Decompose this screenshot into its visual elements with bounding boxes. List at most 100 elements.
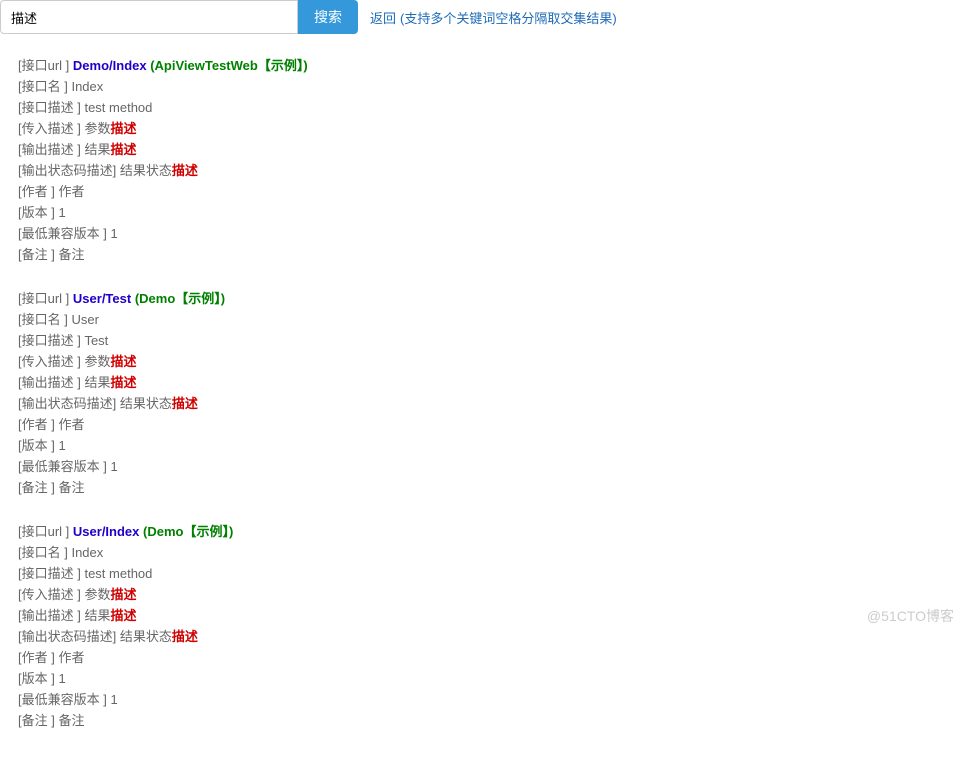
row-url: [接口url ] Demo/Index (ApiViewTestWeb【示例】) xyxy=(18,56,946,76)
row-input: [传入描述 ] 参数描述 xyxy=(18,585,946,605)
row-desc: [接口描述 ] test method xyxy=(18,564,946,584)
label: [输出状态码描述] xyxy=(18,163,120,178)
row-author: [作者 ] 作者 xyxy=(18,182,946,202)
api-remark: 备注 xyxy=(58,480,84,495)
row-output: [输出描述 ] 结果描述 xyxy=(18,606,946,626)
api-name: User xyxy=(71,312,98,327)
row-status: [输出状态码描述] 结果状态描述 xyxy=(18,161,946,181)
row-remark: [备注 ] 备注 xyxy=(18,245,946,265)
label: [输出描述 ] xyxy=(18,608,84,623)
api-name: Index xyxy=(71,79,103,94)
row-status: [输出状态码描述] 结果状态描述 xyxy=(18,627,946,647)
row-input: [传入描述 ] 参数描述 xyxy=(18,352,946,372)
row-output: [输出描述 ] 结果描述 xyxy=(18,373,946,393)
row-remark: [备注 ] 备注 xyxy=(18,478,946,498)
row-author: [作者 ] 作者 xyxy=(18,648,946,668)
watermark: @51CTO博客 xyxy=(867,606,954,626)
api-entry: [接口url ] User/Test (Demo【示例】)[接口名 ] User… xyxy=(18,289,946,498)
row-name: [接口名 ] User xyxy=(18,310,946,330)
api-version: 1 xyxy=(58,205,65,220)
api-entry: [接口url ] User/Index (Demo【示例】) [接口名 ] Ind… xyxy=(18,522,946,731)
api-output: 结果描述 xyxy=(84,608,136,623)
row-status: [输出状态码描述] 结果状态描述 xyxy=(18,394,946,414)
label: [输出状态码描述] xyxy=(18,629,120,644)
label: [最低兼容版本 ] xyxy=(18,692,110,707)
row-url: [接口url ] User/Test (Demo【示例】) xyxy=(18,289,946,309)
example-link[interactable]: 【示例】 xyxy=(258,58,304,73)
highlight: 描述 xyxy=(110,375,136,390)
label: [接口名 ] xyxy=(18,79,71,94)
row-version: [版本 ] 1 xyxy=(18,203,946,223)
back-link[interactable]: 返回 xyxy=(370,8,396,27)
label: [传入描述 ] xyxy=(18,354,84,369)
api-input: 参数描述 xyxy=(84,587,136,602)
label: [输出描述 ] xyxy=(18,142,84,157)
api-minver: 1 xyxy=(110,692,117,707)
api-minver: 1 xyxy=(110,459,117,474)
row-input: [传入描述 ] 参数描述 xyxy=(18,119,946,139)
label: [接口描述 ] xyxy=(18,100,84,115)
label: [接口url ] xyxy=(18,291,73,306)
api-version: 1 xyxy=(58,438,65,453)
highlight: 描述 xyxy=(172,163,198,178)
label: [接口url ] xyxy=(18,524,73,539)
example-link[interactable]: 【示例】 xyxy=(175,291,221,306)
highlight: 描述 xyxy=(110,121,136,136)
label: [接口描述 ] xyxy=(18,333,84,348)
api-url-link[interactable]: User/Test xyxy=(73,291,131,306)
api-version: 1 xyxy=(58,671,65,686)
label: [作者 ] xyxy=(18,650,58,665)
row-version: [版本 ] 1 xyxy=(18,436,946,456)
api-url-link[interactable]: Demo/Index xyxy=(73,58,147,73)
label: [备注 ] xyxy=(18,247,58,262)
api-input: 参数描述 xyxy=(84,121,136,136)
highlight: 描述 xyxy=(110,608,136,623)
highlight: 描述 xyxy=(110,587,136,602)
api-group: (Demo【示例】) xyxy=(139,524,233,539)
highlight: 描述 xyxy=(110,142,136,157)
example-link[interactable]: 【示例】 xyxy=(183,524,229,539)
label: [作者 ] xyxy=(18,184,58,199)
label: [接口名 ] xyxy=(18,312,71,327)
search-input[interactable] xyxy=(0,0,298,34)
api-url-link[interactable]: User/Index xyxy=(73,524,139,539)
api-remark: 备注 xyxy=(58,713,84,728)
label: [最低兼容版本 ] xyxy=(18,226,110,241)
row-version: [版本 ] 1 xyxy=(18,669,946,689)
search-button[interactable]: 搜索 xyxy=(298,0,358,34)
api-group: (ApiViewTestWeb【示例】) xyxy=(147,58,308,73)
api-output: 结果描述 xyxy=(84,375,136,390)
api-desc: test method xyxy=(84,566,152,581)
label: [版本 ] xyxy=(18,205,58,220)
row-output: [输出描述 ] 结果描述 xyxy=(18,140,946,160)
api-output: 结果描述 xyxy=(84,142,136,157)
api-name: Index xyxy=(71,545,103,560)
label: [备注 ] xyxy=(18,480,58,495)
label: [接口描述 ] xyxy=(18,566,84,581)
label: [接口名 ] xyxy=(18,545,71,560)
api-status: 结果状态描述 xyxy=(120,396,198,411)
api-entry: [接口url ] Demo/Index (ApiViewTestWeb【示例】)… xyxy=(18,56,946,265)
api-desc: test method xyxy=(84,100,152,115)
row-minver: [最低兼容版本 ] 1 xyxy=(18,224,946,244)
label: [接口url ] xyxy=(18,58,73,73)
row-minver: [最低兼容版本 ] 1 xyxy=(18,457,946,477)
api-author: 作者 xyxy=(58,650,84,665)
label: [传入描述 ] xyxy=(18,121,84,136)
api-remark: 备注 xyxy=(58,247,84,262)
highlight: 描述 xyxy=(172,396,198,411)
label: [输出描述 ] xyxy=(18,375,84,390)
api-desc: Test xyxy=(84,333,108,348)
row-name: [接口名 ] Index xyxy=(18,543,946,563)
highlight: 描述 xyxy=(172,629,198,644)
api-author: 作者 xyxy=(58,417,84,432)
row-remark: [备注 ] 备注 xyxy=(18,711,946,731)
row-desc: [接口描述 ] Test xyxy=(18,331,946,351)
api-group: (Demo【示例】) xyxy=(131,291,225,306)
row-name: [接口名 ] Index xyxy=(18,77,946,97)
label: [传入描述 ] xyxy=(18,587,84,602)
api-author: 作者 xyxy=(58,184,84,199)
highlight: 描述 xyxy=(110,354,136,369)
search-hint: (支持多个关键词空格分隔取交集结果) xyxy=(400,8,617,27)
api-input: 参数描述 xyxy=(84,354,136,369)
